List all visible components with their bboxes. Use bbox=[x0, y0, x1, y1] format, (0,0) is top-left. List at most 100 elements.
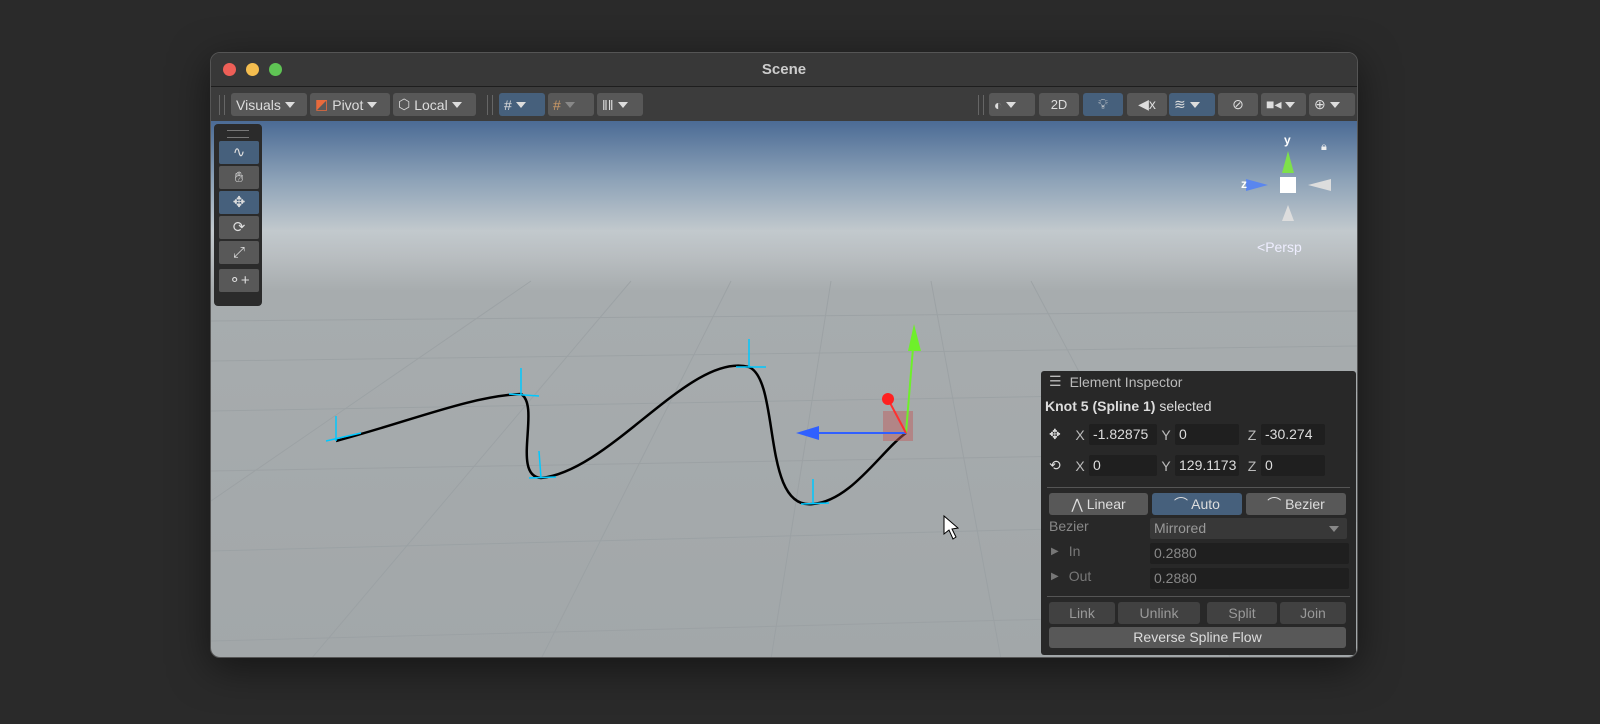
reverse-spline-flow-button[interactable]: Reverse Spline Flow bbox=[1049, 627, 1346, 648]
move-icon: ✥ bbox=[1049, 426, 1061, 442]
inspector-header: ☰ Element Inspector bbox=[1049, 373, 1182, 390]
chevron-down-icon bbox=[1285, 101, 1296, 108]
lock-icon[interactable]: 🔒︎ bbox=[1321, 141, 1327, 154]
in-row: ▶ In bbox=[1051, 543, 1080, 559]
custom-tool-button[interactable]: ⚬+ bbox=[219, 269, 259, 292]
chevron-down-icon bbox=[564, 101, 575, 108]
link-button[interactable]: Link bbox=[1049, 602, 1115, 624]
scene-window: Scene Visuals ◩ Pivot ⬡ Local # # ‖‖ ◐ 2D … bbox=[210, 52, 1358, 658]
toolbar-grip[interactable] bbox=[978, 95, 984, 115]
title-bar: Scene bbox=[211, 53, 1357, 87]
tool-palette: ∿ ✋︎ ✥ ⟳ ⤢ ⚬+ bbox=[214, 124, 262, 306]
custom-tool-icon: ⚬+ bbox=[228, 272, 250, 289]
auto-mode-button[interactable]: ⌒ Auto bbox=[1152, 493, 1242, 515]
join-button[interactable]: Join bbox=[1280, 602, 1346, 624]
bezier-label: Bezier bbox=[1285, 496, 1325, 512]
eye-hidden-icon: ⊘ bbox=[1232, 96, 1244, 112]
chevron-down-icon bbox=[515, 101, 526, 108]
rotation-x-field[interactable]: 0 bbox=[1089, 455, 1157, 476]
grid-snap-toggle[interactable]: # bbox=[499, 93, 545, 116]
gizmos-dropdown[interactable]: ⊕ bbox=[1309, 93, 1355, 116]
position-y-label: Y bbox=[1161, 426, 1171, 443]
lighting-toggle[interactable]: 💡︎ bbox=[1083, 93, 1123, 116]
move-tool-button[interactable]: ✥ bbox=[219, 191, 259, 214]
spline-tool-button[interactable]: ∿ bbox=[219, 141, 259, 164]
gizmo-y-arrow bbox=[908, 324, 921, 351]
rotation-z-field[interactable]: 0 bbox=[1261, 455, 1325, 476]
move-icon: ✥ bbox=[232, 194, 246, 211]
palette-grip[interactable] bbox=[227, 130, 249, 138]
magnet-icon: # bbox=[553, 96, 561, 113]
linear-mode-button[interactable]: ⋀ Linear bbox=[1049, 493, 1148, 515]
chevron-down-icon bbox=[1006, 101, 1017, 108]
position-z-label: Z bbox=[1247, 426, 1257, 443]
divider bbox=[1047, 487, 1350, 488]
bezier-icon: ⌒ bbox=[1267, 496, 1286, 512]
speaker-mute-icon: ◀x bbox=[1138, 96, 1156, 112]
gizmo-z-label: z bbox=[1241, 177, 1247, 191]
pivot-dropdown[interactable]: ◩ Pivot bbox=[310, 93, 390, 116]
hand-icon: ✋︎ bbox=[234, 169, 244, 186]
divider bbox=[1047, 596, 1350, 597]
visuals-dropdown[interactable]: Visuals bbox=[231, 93, 307, 116]
position-row: ✥ X -1.82875 Y0 Z -30.274 bbox=[1049, 424, 1325, 445]
camera-dropdown[interactable]: ■◂ bbox=[1261, 93, 1306, 116]
shading-mode-dropdown[interactable]: ◐ bbox=[989, 93, 1035, 116]
chevron-down-icon bbox=[1329, 526, 1339, 532]
gizmo-y-label: y bbox=[1284, 133, 1291, 147]
expand-arrow-icon[interactable]: ▶ bbox=[1051, 546, 1059, 557]
expand-arrow-icon[interactable]: ▶ bbox=[1051, 571, 1059, 582]
2d-toggle[interactable]: 2D bbox=[1039, 93, 1079, 116]
linear-label: Linear bbox=[1086, 496, 1126, 512]
local-dropdown[interactable]: ⬡ Local bbox=[393, 93, 476, 116]
gizmo-x-handle bbox=[882, 393, 894, 405]
drag-handle-icon[interactable]: ☰ bbox=[1049, 373, 1062, 390]
position-y-field[interactable]: 0 bbox=[1175, 424, 1239, 445]
chevron-down-icon bbox=[1329, 101, 1340, 108]
pivot-label: Pivot bbox=[332, 96, 364, 113]
visuals-label: Visuals bbox=[236, 96, 281, 113]
increment-snap-toggle[interactable]: # bbox=[548, 93, 594, 116]
lightbulb-icon: 💡︎ bbox=[1098, 96, 1108, 112]
scale-tool-button[interactable]: ⤢ bbox=[219, 241, 259, 264]
position-x-field[interactable]: -1.82875 bbox=[1089, 424, 1157, 445]
out-field[interactable]: 0.2880 bbox=[1150, 568, 1349, 589]
rotate-icon: ⟲ bbox=[1049, 457, 1061, 473]
position-z-field[interactable]: -30.274 bbox=[1261, 424, 1325, 445]
chevron-down-icon bbox=[1189, 101, 1200, 108]
grid-visibility-dropdown[interactable]: ‖‖ bbox=[597, 93, 643, 116]
layers-icon: ≋ bbox=[1174, 96, 1186, 112]
split-button[interactable]: Split bbox=[1207, 602, 1277, 624]
hand-tool-button[interactable]: ✋︎ bbox=[219, 166, 259, 189]
rotation-z-label: Z bbox=[1247, 457, 1257, 474]
bezier-mode-value: Mirrored bbox=[1154, 520, 1207, 536]
rotate-tool-button[interactable]: ⟳ bbox=[219, 216, 259, 239]
toolbar-grip[interactable] bbox=[219, 95, 225, 115]
scene-viewport[interactable]: y z <Persp 🔒︎ ∿ ✋︎ ✥ ⟳ ⤢ ⚬+ ☰ Element Ins… bbox=[211, 121, 1357, 657]
unlink-button[interactable]: Unlink bbox=[1118, 602, 1200, 624]
projection-toggle[interactable]: <Persp bbox=[1257, 239, 1302, 255]
selection-status: Knot 5 (Spline 1) selected bbox=[1045, 398, 1212, 414]
position-x-label: X bbox=[1075, 426, 1085, 443]
selected-knot: Knot 5 bbox=[1045, 398, 1089, 414]
linear-icon: ⋀ bbox=[1071, 496, 1087, 512]
in-field[interactable]: 0.2880 bbox=[1150, 543, 1349, 564]
chevron-down-icon bbox=[284, 101, 295, 108]
chevron-down-icon bbox=[617, 101, 628, 108]
rotation-y-label: Y bbox=[1161, 457, 1171, 474]
rotation-x-label: X bbox=[1075, 457, 1085, 474]
spline-icon: ∿ bbox=[232, 144, 246, 161]
pivot-icon: ◩ bbox=[315, 96, 329, 112]
bezier-mode-dropdown[interactable]: Mirrored bbox=[1150, 518, 1347, 539]
gizmo-icon: ⊕ bbox=[1314, 96, 1326, 112]
rotation-row: ⟲ X0 Y 129.1173 Z0 bbox=[1049, 455, 1325, 476]
bezier-mode-button[interactable]: ⌒ Bezier bbox=[1246, 493, 1346, 515]
camera-icon: ■◂ bbox=[1266, 96, 1282, 112]
audio-toggle[interactable]: ◀x bbox=[1127, 93, 1167, 116]
toolbar-grip[interactable] bbox=[487, 95, 493, 115]
orientation-gizmo bbox=[1246, 151, 1331, 221]
visibility-toggle[interactable]: ⊘ bbox=[1218, 93, 1258, 116]
chevron-down-icon bbox=[451, 101, 462, 108]
effects-dropdown[interactable]: ≋ bbox=[1169, 93, 1215, 116]
rotation-y-field[interactable]: 129.1173 bbox=[1175, 455, 1239, 476]
